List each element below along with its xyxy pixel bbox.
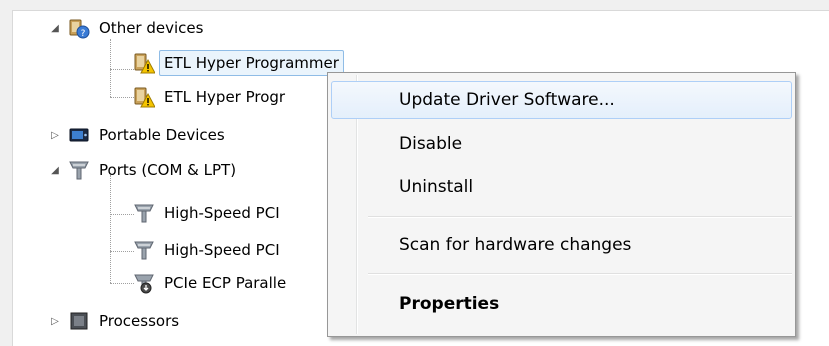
tree-node-ports[interactable]: ◢ Ports (COM & LPT) [48, 156, 241, 184]
menu-item-update-driver-software[interactable]: Update Driver Software... [331, 81, 792, 119]
tree-line [110, 283, 134, 284]
tree-label: Ports (COM & LPT) [99, 161, 237, 179]
collapse-arrow-icon[interactable]: ◢ [48, 21, 62, 35]
port-connector-icon [133, 202, 155, 224]
menu-item-label: Uninstall [399, 177, 474, 197]
tree-node-etl-hyper-programmer-2[interactable]: ETL Hyper Progr [133, 83, 290, 111]
svg-text:?: ? [81, 29, 86, 39]
tree-label: Processors [99, 312, 180, 330]
tree-node-etl-hyper-programmer-1[interactable]: ETL Hyper Programmer [133, 49, 344, 77]
tree-node-other-devices[interactable]: ◢ ? Other devices [48, 14, 208, 42]
menu-separator [368, 216, 792, 218]
expand-arrow-icon[interactable]: ▷ [48, 314, 62, 328]
tree-label: Other devices [99, 19, 204, 37]
processor-chip-icon [68, 310, 90, 332]
tree-label: ETL Hyper Progr [164, 88, 286, 106]
tree-line [110, 39, 111, 97]
collapse-arrow-icon[interactable]: ◢ [48, 163, 62, 177]
unknown-device-warning-icon [133, 52, 156, 74]
unknown-device-icon: ? [68, 17, 90, 39]
tree-node-port-3[interactable]: PCIe ECP Paralle [133, 269, 291, 297]
tree-line [110, 97, 134, 98]
menu-item-label: Properties [399, 294, 500, 314]
tree-node-processors[interactable]: ▷ Processors [48, 307, 184, 335]
context-menu: Update Driver Software... Disable Uninst… [327, 72, 796, 337]
tree-line [110, 251, 134, 252]
menu-separator [368, 273, 792, 275]
tree-node-port-2[interactable]: High-Speed PCI [133, 236, 285, 264]
menu-item-scan-for-hardware-changes[interactable]: Scan for hardware changes [331, 226, 792, 264]
menu-item-properties[interactable]: Properties [331, 285, 792, 323]
tree-label: Portable Devices [99, 126, 225, 144]
expand-arrow-icon[interactable]: ▷ [48, 128, 62, 142]
unknown-device-warning-icon [133, 86, 156, 108]
menu-item-label: Scan for hardware changes [399, 235, 632, 255]
tree-node-portable-devices[interactable]: ▷ Portable Devices [48, 121, 230, 149]
port-download-icon [133, 272, 155, 294]
tree-node-port-1[interactable]: High-Speed PCI [133, 199, 285, 227]
menu-item-disable[interactable]: Disable [331, 125, 792, 163]
tree-line [110, 214, 134, 215]
portable-device-icon [68, 124, 90, 146]
tree-line [110, 175, 111, 283]
tree-label: PCIe ECP Paralle [164, 274, 287, 292]
menu-item-label: Update Driver Software... [399, 90, 615, 110]
tree-label: High-Speed PCI [164, 204, 280, 222]
port-connector-icon [68, 159, 90, 181]
menu-item-label: Disable [399, 134, 463, 154]
tree-line [110, 69, 134, 70]
tree-label: High-Speed PCI [164, 241, 280, 259]
port-connector-icon [133, 239, 155, 261]
menu-item-uninstall[interactable]: Uninstall [331, 168, 792, 206]
tree-label: ETL Hyper Programmer [159, 50, 344, 76]
